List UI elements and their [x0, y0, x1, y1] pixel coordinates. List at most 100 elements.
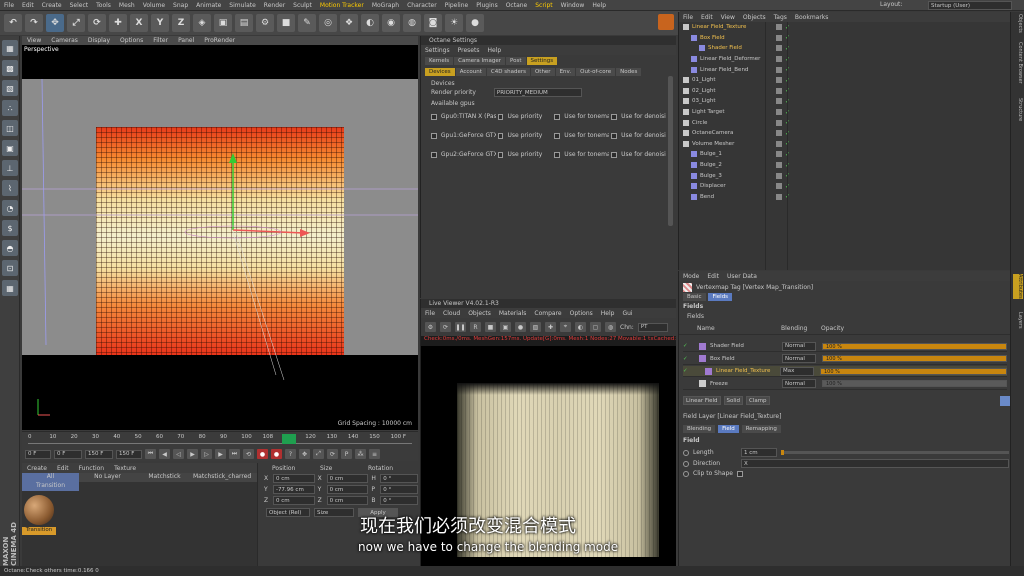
- pen-icon[interactable]: ✎: [298, 14, 316, 32]
- field-list-row[interactable]: ✓ Linear Field_Texture Max 100 %: [683, 366, 1007, 377]
- object-row[interactable]: Displacer✓: [679, 181, 1011, 192]
- play-icon[interactable]: ▶: [187, 449, 198, 459]
- menu-item-motion-tracker[interactable]: Motion Tracker: [316, 2, 368, 9]
- tab-blending[interactable]: Blending: [683, 425, 716, 433]
- object-row[interactable]: Shader Field✓: [679, 43, 1011, 54]
- snap-icon[interactable]: ◔: [2, 200, 18, 216]
- menu-item-sculpt[interactable]: Sculpt: [289, 2, 316, 9]
- visibility-check-icon[interactable]: [776, 130, 782, 137]
- recalc-icon[interactable]: R: [470, 322, 481, 332]
- restart-render-icon[interactable]: ⟳: [440, 322, 451, 332]
- grid-icon[interactable]: ▦: [2, 280, 18, 296]
- live-viewer-menu-cloud[interactable]: Cloud: [439, 310, 464, 317]
- object-menu-edit[interactable]: Edit: [697, 14, 717, 21]
- layer-matchstick[interactable]: Matchstick: [136, 473, 193, 482]
- end-frame-field[interactable]: 150 F: [116, 449, 142, 459]
- object-row[interactable]: 03_Light✓: [679, 96, 1011, 107]
- field-opacity-bar[interactable]: 100 %: [822, 355, 1007, 362]
- octane-subtab-nodes[interactable]: Nodes: [616, 68, 642, 76]
- menu-item-pipeline[interactable]: Pipeline: [441, 2, 472, 9]
- live-viewer-menu-file[interactable]: File: [421, 310, 439, 317]
- octane-subtab-out-of-core[interactable]: Out-of-core: [576, 68, 616, 76]
- model-mode-icon[interactable]: ▩: [2, 60, 18, 76]
- attribute-menu-edit[interactable]: Edit: [703, 273, 723, 280]
- octane-settings-scrollbar[interactable]: [668, 76, 673, 226]
- use-tonemap-checkbox[interactable]: [554, 132, 561, 139]
- field-enable-check-icon[interactable]: ✓: [683, 343, 693, 349]
- layer-matchstick-charred[interactable]: Matchstick_charred: [193, 473, 251, 482]
- gpu-enable-checkbox[interactable]: [431, 113, 437, 120]
- move-tool-icon[interactable]: ✥: [46, 14, 64, 32]
- octane-menu-help[interactable]: Help: [483, 47, 505, 54]
- visibility-check-icon[interactable]: [776, 66, 782, 73]
- param-key-icon[interactable]: P: [341, 449, 352, 459]
- axis-y-button[interactable]: Y: [151, 14, 169, 32]
- material-menu-texture[interactable]: Texture: [109, 465, 141, 472]
- material-row[interactable]: Transition: [22, 482, 79, 491]
- side-tab-structure[interactable]: Structure: [1013, 98, 1023, 121]
- field-blending-select[interactable]: Max: [780, 366, 814, 376]
- add-linear-field-button[interactable]: Linear Field: [683, 396, 721, 405]
- coord-position-field[interactable]: 0 cm: [272, 496, 315, 505]
- attribute-menu-mode[interactable]: Mode: [679, 273, 703, 280]
- object-row[interactable]: 02_Light✓: [679, 86, 1011, 97]
- layout-toggle-icon[interactable]: [658, 14, 674, 30]
- cloner-icon[interactable]: ❖: [340, 14, 358, 32]
- live-viewer-menu-options[interactable]: Options: [566, 310, 597, 317]
- menu-item-select[interactable]: Select: [66, 2, 93, 9]
- live-viewer-menu-compare[interactable]: Compare: [530, 310, 565, 317]
- live-select-icon[interactable]: ✚: [109, 14, 127, 32]
- polygons-mode-icon[interactable]: ▣: [2, 140, 18, 156]
- object-row[interactable]: 01_Light✓: [679, 75, 1011, 86]
- make-editable-icon[interactable]: ▦: [2, 40, 18, 56]
- lock-icon[interactable]: ⊡: [2, 260, 18, 276]
- viewport-menu-view[interactable]: View: [22, 37, 46, 44]
- axis-x-button[interactable]: X: [130, 14, 148, 32]
- coord-rotation-field[interactable]: 0 °: [380, 485, 418, 494]
- object-row[interactable]: Bulge_1✓: [679, 149, 1011, 160]
- environment-icon[interactable]: ◍: [403, 14, 421, 32]
- go-to-end-icon[interactable]: ⏭: [229, 449, 240, 459]
- length-field[interactable]: 1 cm: [741, 448, 777, 457]
- go-to-start-icon[interactable]: ⏮: [145, 449, 156, 459]
- object-menu-view[interactable]: View: [717, 14, 739, 21]
- side-tab-objects[interactable]: Objects: [1013, 14, 1023, 33]
- lock-resolution-icon[interactable]: ▧: [530, 322, 541, 332]
- viewport-menu-filter[interactable]: Filter: [148, 37, 173, 44]
- add-layer-icon[interactable]: [1000, 396, 1010, 406]
- add-clamp-button[interactable]: Clamp: [745, 396, 770, 405]
- gpu-enable-checkbox[interactable]: [431, 151, 437, 158]
- layer-all[interactable]: All: [22, 473, 79, 482]
- coord-size-field[interactable]: 0 cm: [326, 485, 369, 494]
- object-row[interactable]: Volume Mesher✓: [679, 139, 1011, 150]
- menu-item-render[interactable]: Render: [260, 2, 289, 9]
- coord-size-select[interactable]: Size: [314, 508, 354, 517]
- use-priority-checkbox[interactable]: [497, 151, 504, 158]
- visibility-check-icon[interactable]: [776, 77, 782, 84]
- light-icon[interactable]: ☀: [445, 14, 463, 32]
- render-picture-viewer-icon[interactable]: ▤: [235, 14, 253, 32]
- field-list-row[interactable]: ✓ Box Field Normal 100 %: [683, 354, 1007, 365]
- octane-icon[interactable]: ●: [466, 14, 484, 32]
- octane-tab-settings[interactable]: Settings: [526, 57, 558, 65]
- octane-tab-camera-imager[interactable]: Camera Imager: [454, 57, 505, 65]
- octane-subtab-other[interactable]: Other: [530, 68, 555, 76]
- render-view-icon[interactable]: ▣: [214, 14, 232, 32]
- menu-item-mograph[interactable]: MoGraph: [368, 2, 403, 9]
- menu-item-create[interactable]: Create: [38, 2, 66, 9]
- menu-item-animate[interactable]: Animate: [192, 2, 225, 9]
- playhead[interactable]: [282, 434, 296, 444]
- coord-rotation-field[interactable]: 0 °: [380, 496, 418, 505]
- object-menu-objects[interactable]: Objects: [739, 14, 770, 21]
- visibility-check-icon[interactable]: [776, 109, 782, 116]
- visibility-check-icon[interactable]: [776, 34, 782, 41]
- visibility-check-icon[interactable]: [776, 24, 782, 31]
- side-tab-layers[interactable]: Layers: [1013, 312, 1023, 329]
- side-tab-content-browser[interactable]: Content Browser: [1013, 42, 1023, 84]
- octane-tab-post[interactable]: Post: [505, 57, 526, 65]
- menu-item-plugins[interactable]: Plugins: [472, 2, 502, 9]
- prev-frame-icon[interactable]: ◁: [173, 449, 184, 459]
- menu-item-simulate[interactable]: Simulate: [225, 2, 260, 9]
- visibility-check-icon[interactable]: [776, 151, 782, 158]
- coord-position-field[interactable]: -77.96 cm: [272, 485, 315, 494]
